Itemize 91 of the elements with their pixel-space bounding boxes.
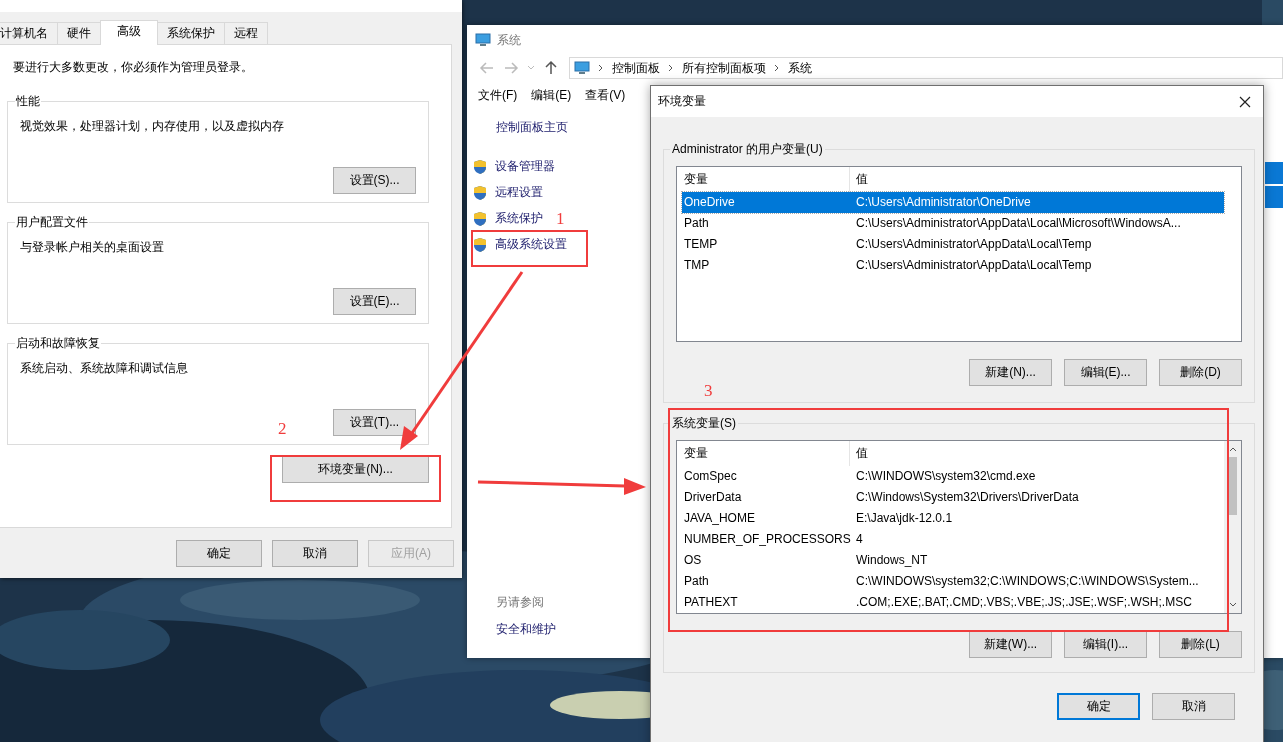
group-title: 启动和故障恢复 [15,335,101,352]
scroll-thumb[interactable] [1228,457,1237,515]
tab[interactable]: 计算机名 [0,22,58,44]
window-title: 系统 [497,31,521,49]
table-cell-text: C:\WINDOWS\system32;C:\WINDOWS;C:\WINDOWS\System... [855,573,1200,590]
sidebar-link[interactable]: 设备管理器 [495,158,555,175]
sidebar-link[interactable]: 控制面板主页 [496,119,568,136]
dialog-button[interactable]: 删除(D) [1159,359,1242,386]
annotation-number: 3 [704,382,713,399]
menu-item[interactable]: 文件(F) [478,87,518,103]
sidebar-link[interactable]: 远程设置 [495,184,543,201]
table-cell-text: OneDrive [683,194,736,211]
list-row[interactable]: PATHEXT .COM;.EXE;.BAT;.CMD;.VBS;.VBE;.JS;.JSE;.WSF;.WSH;.MSC [682,592,1224,613]
settings-button[interactable]: 设置(E)... [333,288,416,315]
forward-arrow-icon[interactable] [503,60,519,76]
table-cell-text: OS [683,552,703,569]
shield-icon [473,210,487,227]
column-header[interactable]: 值 [850,167,1225,192]
group-title: Administrator 的用户变量(U) [671,141,824,158]
table-cell-text: C:\WINDOWS\system32\cmd.exe [855,468,1037,485]
sidebar-link[interactable]: 高级系统设置 [495,236,567,253]
close-icon[interactable] [1239,95,1251,108]
table-cell-text: C:\Users\Administrator\AppData\Local\Temp [855,236,1093,253]
settings-button[interactable]: 设置(T)... [333,409,416,436]
dialog-button[interactable]: 取消 [1152,693,1235,720]
shield-icon [473,236,487,253]
address-bar[interactable]: 控制面板 所有控制面板项 系统 [569,57,1283,79]
section-heading: 另请参阅 [496,594,544,611]
scroll-down-icon[interactable] [1228,602,1237,608]
column-header[interactable]: 变量 [682,441,850,466]
table-cell-text: Path [683,215,710,232]
settings-button[interactable]: 设置(S)... [333,167,416,194]
table-cell-text: ComSpec [683,468,738,485]
scroll-up-icon[interactable] [1228,446,1237,452]
list-row[interactable]: JAVA_HOME E:\Java\jdk-12.0.1 [682,508,1224,529]
menu-item[interactable]: 编辑(E) [531,87,572,103]
table-cell-text: C:\Users\Administrator\OneDrive [855,194,1032,211]
sidebar-link[interactable]: 安全和维护 [496,621,556,638]
dialog-button[interactable]: 确定 [1057,693,1140,720]
notice-text: 要进行大多数更改，你必须作为管理员登录。 [13,59,254,76]
list-row[interactable]: Path C:\WINDOWS\system32;C:\WINDOWS;C:\WINDOWS\System... [682,571,1224,592]
tab[interactable]: 高级 [100,20,158,45]
sidebar-link[interactable]: 系统保护 [495,210,543,227]
group-title: 性能 [15,93,41,110]
back-arrow-icon[interactable] [479,60,495,76]
shield-icon [473,184,487,201]
list-row[interactable]: NUMBER_OF_PROCESSORS 4 [682,529,1224,550]
table-cell-text: C:\Users\Administrator\AppData\Local\Temp [855,257,1093,274]
list-row[interactable]: TMP C:\Users\Administrator\AppData\Local\Temp [682,255,1224,276]
dialog-button[interactable]: 确定 [176,540,262,567]
list-row[interactable]: ComSpec C:\WINDOWS\system32\cmd.exe [682,466,1224,487]
table-cell-text: TMP [683,257,711,274]
dialog-button[interactable]: 取消 [272,540,358,567]
group-description: 视觉效果，处理器计划，内存使用，以及虚拟内存 [20,118,285,135]
menu-item[interactable]: 查看(V) [585,87,626,103]
dialog-button[interactable]: 编辑(I)... [1064,631,1147,658]
table-cell-text: C:\Users\Administrator\AppData\Local\Microsoft\WindowsA... [855,215,1182,232]
tab[interactable]: 远程 [224,22,268,44]
dialog-button[interactable]: 新建(W)... [969,631,1052,658]
up-arrow-icon[interactable] [543,60,559,76]
table-cell-text: PATHEXT [683,594,739,611]
chevron-down-icon[interactable] [527,64,535,72]
list-row[interactable]: TEMP C:\Users\Administrator\AppData\Local\Temp [682,234,1224,255]
list-row[interactable]: DriverData C:\Windows\System32\Drivers\DriverData [682,487,1224,508]
table-cell-text: .COM;.EXE;.BAT;.CMD;.VBS;.VBE;.JS;.JSE;.WSF;.WSH;.MSC [855,594,1193,611]
list-row[interactable]: OS Windows_NT [682,550,1224,571]
annotation-number: 2 [278,420,287,437]
table-cell-text: C:\Windows\System32\Drivers\DriverData [855,489,1080,506]
table-cell-text: JAVA_HOME [683,510,756,527]
table-cell-text: E:\Java\jdk-12.0.1 [855,510,954,527]
annotation-number: 1 [556,210,565,227]
dialog-button[interactable]: 新建(N)... [969,359,1052,386]
shield-icon [473,158,487,175]
table-cell-text: Windows_NT [855,552,929,569]
environment-variables-button[interactable]: 环境变量(N)... [282,456,429,483]
column-header[interactable]: 值 [850,441,1225,466]
table-cell-text: TEMP [683,236,719,253]
list-row[interactable]: OneDrive C:\Users\Administrator\OneDrive [682,192,1224,213]
dialog-button[interactable]: 编辑(E)... [1064,359,1147,386]
group-description: 与登录帐户相关的桌面设置 [20,239,165,256]
table-cell-text: NUMBER_OF_PROCESSORS [683,531,850,548]
monitor-icon [475,33,491,47]
list-row[interactable]: Path C:\Users\Administrator\AppData\Local\Microsoft\WindowsA... [682,213,1224,234]
group-description: 系统启动、系统故障和调试信息 [20,360,189,377]
dialog-button[interactable]: 删除(L) [1159,631,1242,658]
dialog-title: 环境变量 [658,93,706,110]
group-title: 用户配置文件 [15,214,89,231]
table-cell-text: Path [683,573,710,590]
group-title: 系统变量(S) [671,415,737,432]
table-cell-text: 4 [855,531,864,548]
table-cell-text: DriverData [683,489,743,506]
